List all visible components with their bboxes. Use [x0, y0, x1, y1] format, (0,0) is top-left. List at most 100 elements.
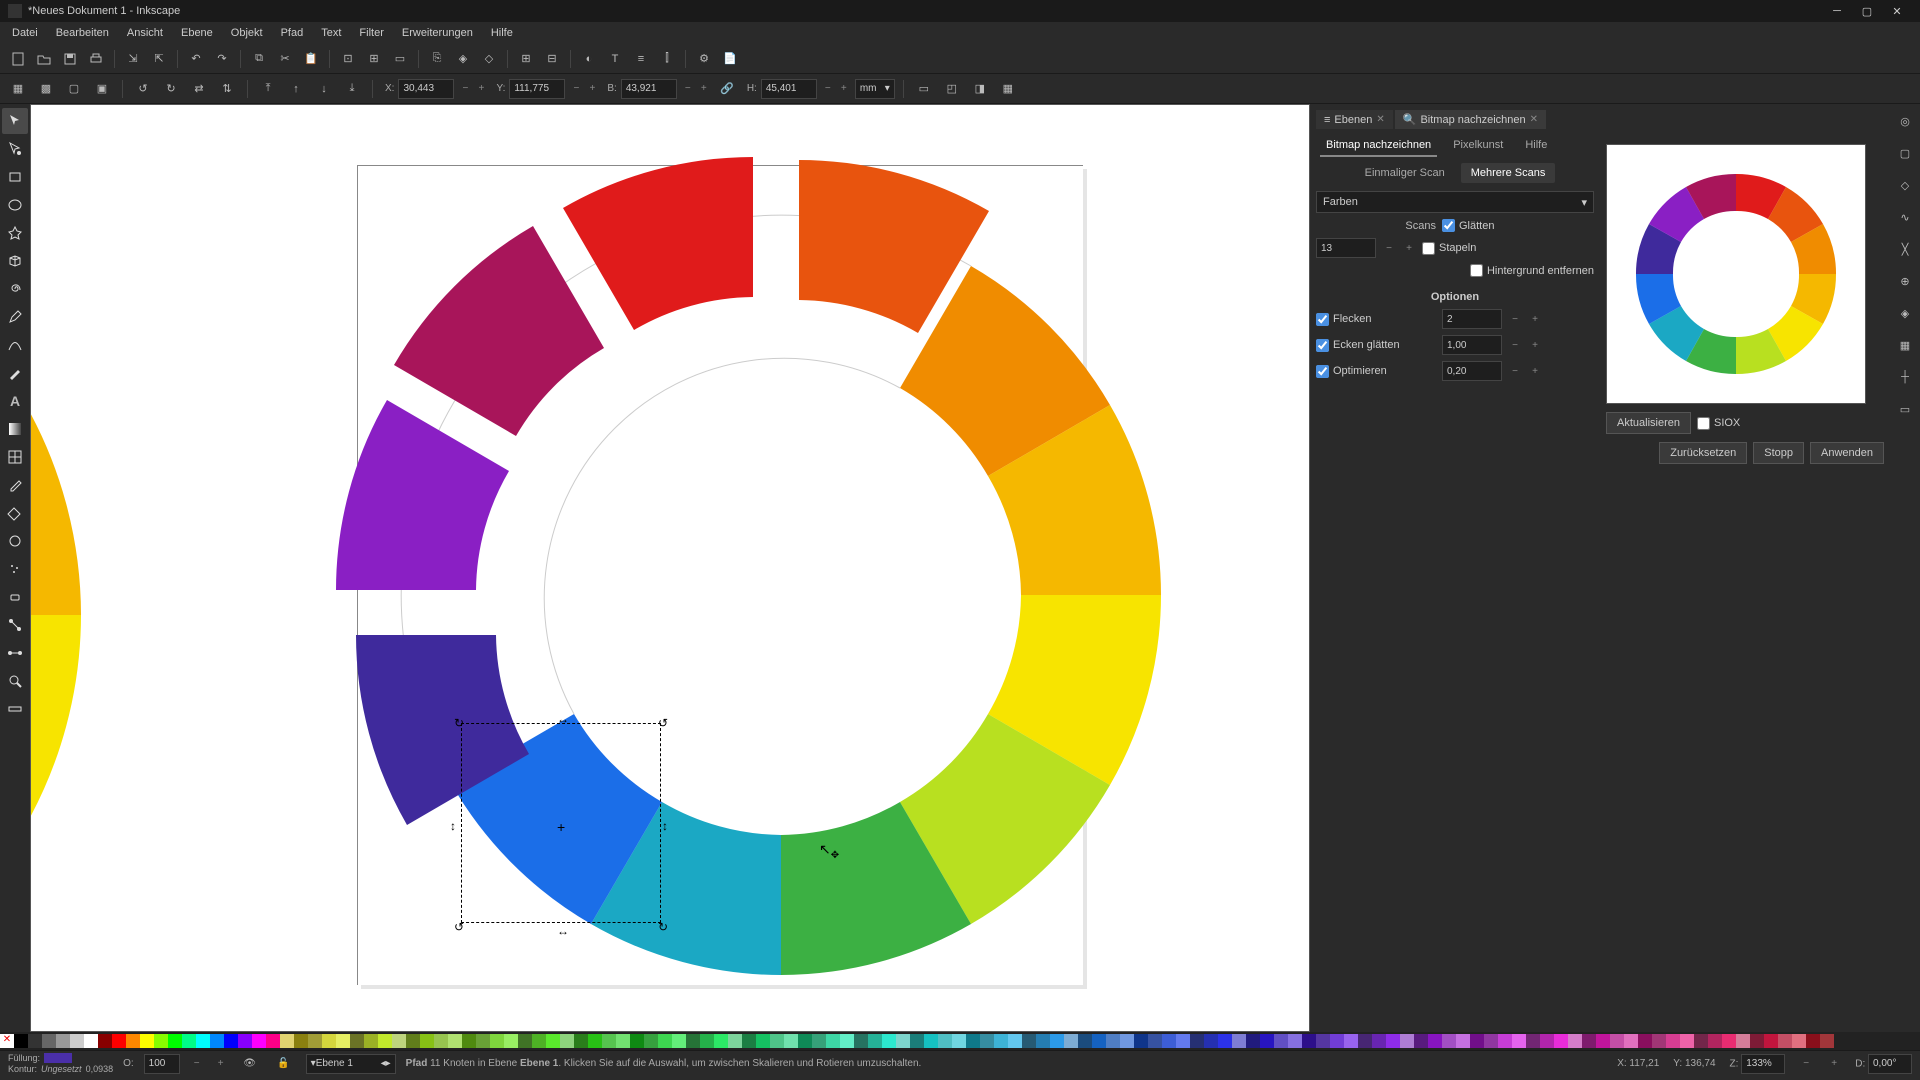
- bezier-tool[interactable]: [2, 332, 28, 358]
- handle-rotate-br[interactable]: ↻: [658, 920, 668, 930]
- print-button[interactable]: [84, 47, 108, 71]
- palette-swatch[interactable]: [350, 1034, 364, 1048]
- subtab-pixelart[interactable]: Pixelkunst: [1447, 135, 1509, 157]
- palette-swatch[interactable]: [1512, 1034, 1526, 1048]
- color-palette[interactable]: ✕: [0, 1032, 1920, 1050]
- y-inc[interactable]: +: [585, 80, 599, 98]
- palette-swatch[interactable]: [728, 1034, 742, 1048]
- measure-tool[interactable]: [2, 696, 28, 722]
- snap-toggle[interactable]: ◎: [1892, 108, 1918, 134]
- palette-swatch[interactable]: [1120, 1034, 1134, 1048]
- palette-swatch[interactable]: [1498, 1034, 1512, 1048]
- star-tool[interactable]: [2, 220, 28, 246]
- copy-button[interactable]: ⧉: [247, 47, 271, 71]
- palette-swatch[interactable]: [644, 1034, 658, 1048]
- transform-stroke-button[interactable]: ▭: [912, 77, 936, 101]
- fill-stroke-button[interactable]: ◐: [577, 47, 601, 71]
- palette-swatch[interactable]: [546, 1034, 560, 1048]
- paintbucket-tool[interactable]: [2, 500, 28, 526]
- export-button[interactable]: ⇱: [147, 47, 171, 71]
- unlink-clone-button[interactable]: ◇: [477, 47, 501, 71]
- apply-button[interactable]: Anwenden: [1810, 442, 1884, 464]
- menu-edit[interactable]: Bearbeiten: [48, 24, 117, 42]
- palette-swatch[interactable]: [1218, 1034, 1232, 1048]
- palette-swatch[interactable]: [756, 1034, 770, 1048]
- palette-swatch[interactable]: [1078, 1034, 1092, 1048]
- mode-select[interactable]: Farben▾: [1316, 191, 1594, 213]
- selector-tool[interactable]: [2, 108, 28, 134]
- zoom-page-button[interactable]: ▭: [388, 47, 412, 71]
- gradient-tool[interactable]: [2, 416, 28, 442]
- flip-v-button[interactable]: ⇅: [215, 77, 239, 101]
- palette-swatch[interactable]: [1596, 1034, 1610, 1048]
- palette-swatch[interactable]: [1680, 1034, 1694, 1048]
- palette-swatch[interactable]: [518, 1034, 532, 1048]
- palette-swatch[interactable]: [266, 1034, 280, 1048]
- transform-pattern-button[interactable]: ▦: [996, 77, 1020, 101]
- palette-swatch[interactable]: [798, 1034, 812, 1048]
- x-inc[interactable]: +: [474, 80, 488, 98]
- palette-swatch[interactable]: [1764, 1034, 1778, 1048]
- w-dec[interactable]: −: [681, 80, 695, 98]
- palette-swatch[interactable]: [686, 1034, 700, 1048]
- zoom-selection-button[interactable]: ⊡: [336, 47, 360, 71]
- x-input[interactable]: [398, 79, 454, 99]
- text-tool[interactable]: A: [2, 388, 28, 414]
- palette-swatch[interactable]: [1106, 1034, 1120, 1048]
- mesh-tool[interactable]: [2, 444, 28, 470]
- palette-swatch[interactable]: [1554, 1034, 1568, 1048]
- rot-input[interactable]: [1868, 1054, 1912, 1074]
- menu-layer[interactable]: Ebene: [173, 24, 221, 42]
- close-icon[interactable]: ✕: [1376, 114, 1384, 125]
- layer-select[interactable]: ▾ Ebene 1 ◂▸: [306, 1054, 396, 1074]
- palette-swatch[interactable]: [476, 1034, 490, 1048]
- optimize-check[interactable]: Optimieren: [1316, 365, 1436, 378]
- palette-swatch[interactable]: [714, 1034, 728, 1048]
- palette-swatch[interactable]: [112, 1034, 126, 1048]
- select-all-button[interactable]: ▩: [34, 77, 58, 101]
- palette-swatch[interactable]: [1190, 1034, 1204, 1048]
- palette-swatch[interactable]: [1470, 1034, 1484, 1048]
- undo-button[interactable]: ↶: [184, 47, 208, 71]
- reset-button[interactable]: Zurücksetzen: [1659, 442, 1747, 464]
- palette-swatch[interactable]: [1750, 1034, 1764, 1048]
- xml-button[interactable]: ≡: [629, 47, 653, 71]
- palette-swatch[interactable]: [1568, 1034, 1582, 1048]
- palette-swatch[interactable]: [1414, 1034, 1428, 1048]
- unit-select[interactable]: mm▾: [855, 79, 895, 99]
- snap-path[interactable]: ∿: [1892, 204, 1918, 230]
- open-button[interactable]: [32, 47, 56, 71]
- y-dec[interactable]: −: [569, 80, 583, 98]
- close-icon[interactable]: ✕: [1530, 114, 1538, 125]
- import-button[interactable]: ⇲: [121, 47, 145, 71]
- tweak-tool[interactable]: [2, 528, 28, 554]
- menu-help[interactable]: Hilfe: [483, 24, 521, 42]
- opacity-dec[interactable]: −: [190, 1055, 204, 1073]
- siox-check[interactable]: SIOX: [1697, 417, 1740, 430]
- palette-swatch[interactable]: [1806, 1034, 1820, 1048]
- snap-center[interactable]: ⊕: [1892, 268, 1918, 294]
- doc-prefs-button[interactable]: 📄: [718, 47, 742, 71]
- palette-swatch[interactable]: [868, 1034, 882, 1048]
- palette-swatch[interactable]: [812, 1034, 826, 1048]
- palette-swatch[interactable]: [406, 1034, 420, 1048]
- palette-swatch[interactable]: [1330, 1034, 1344, 1048]
- zoom-tool[interactable]: [2, 668, 28, 694]
- palette-swatch[interactable]: [840, 1034, 854, 1048]
- handle-skew-t[interactable]: ↔: [557, 712, 567, 722]
- palette-swatch[interactable]: [490, 1034, 504, 1048]
- stop-button[interactable]: Stopp: [1753, 442, 1804, 464]
- palette-swatch[interactable]: [588, 1034, 602, 1048]
- speckles-dec[interactable]: −: [1508, 310, 1522, 328]
- palette-swatch[interactable]: [1736, 1034, 1750, 1048]
- palette-swatch[interactable]: [392, 1034, 406, 1048]
- save-button[interactable]: [58, 47, 82, 71]
- update-preview-button[interactable]: Aktualisieren: [1606, 412, 1691, 434]
- palette-swatch[interactable]: [1778, 1034, 1792, 1048]
- prefs-button[interactable]: ⚙: [692, 47, 716, 71]
- palette-swatch[interactable]: [560, 1034, 574, 1048]
- spiral-tool[interactable]: [2, 276, 28, 302]
- menu-file[interactable]: Datei: [4, 24, 46, 42]
- palette-swatch[interactable]: [1638, 1034, 1652, 1048]
- flip-h-button[interactable]: ⇄: [187, 77, 211, 101]
